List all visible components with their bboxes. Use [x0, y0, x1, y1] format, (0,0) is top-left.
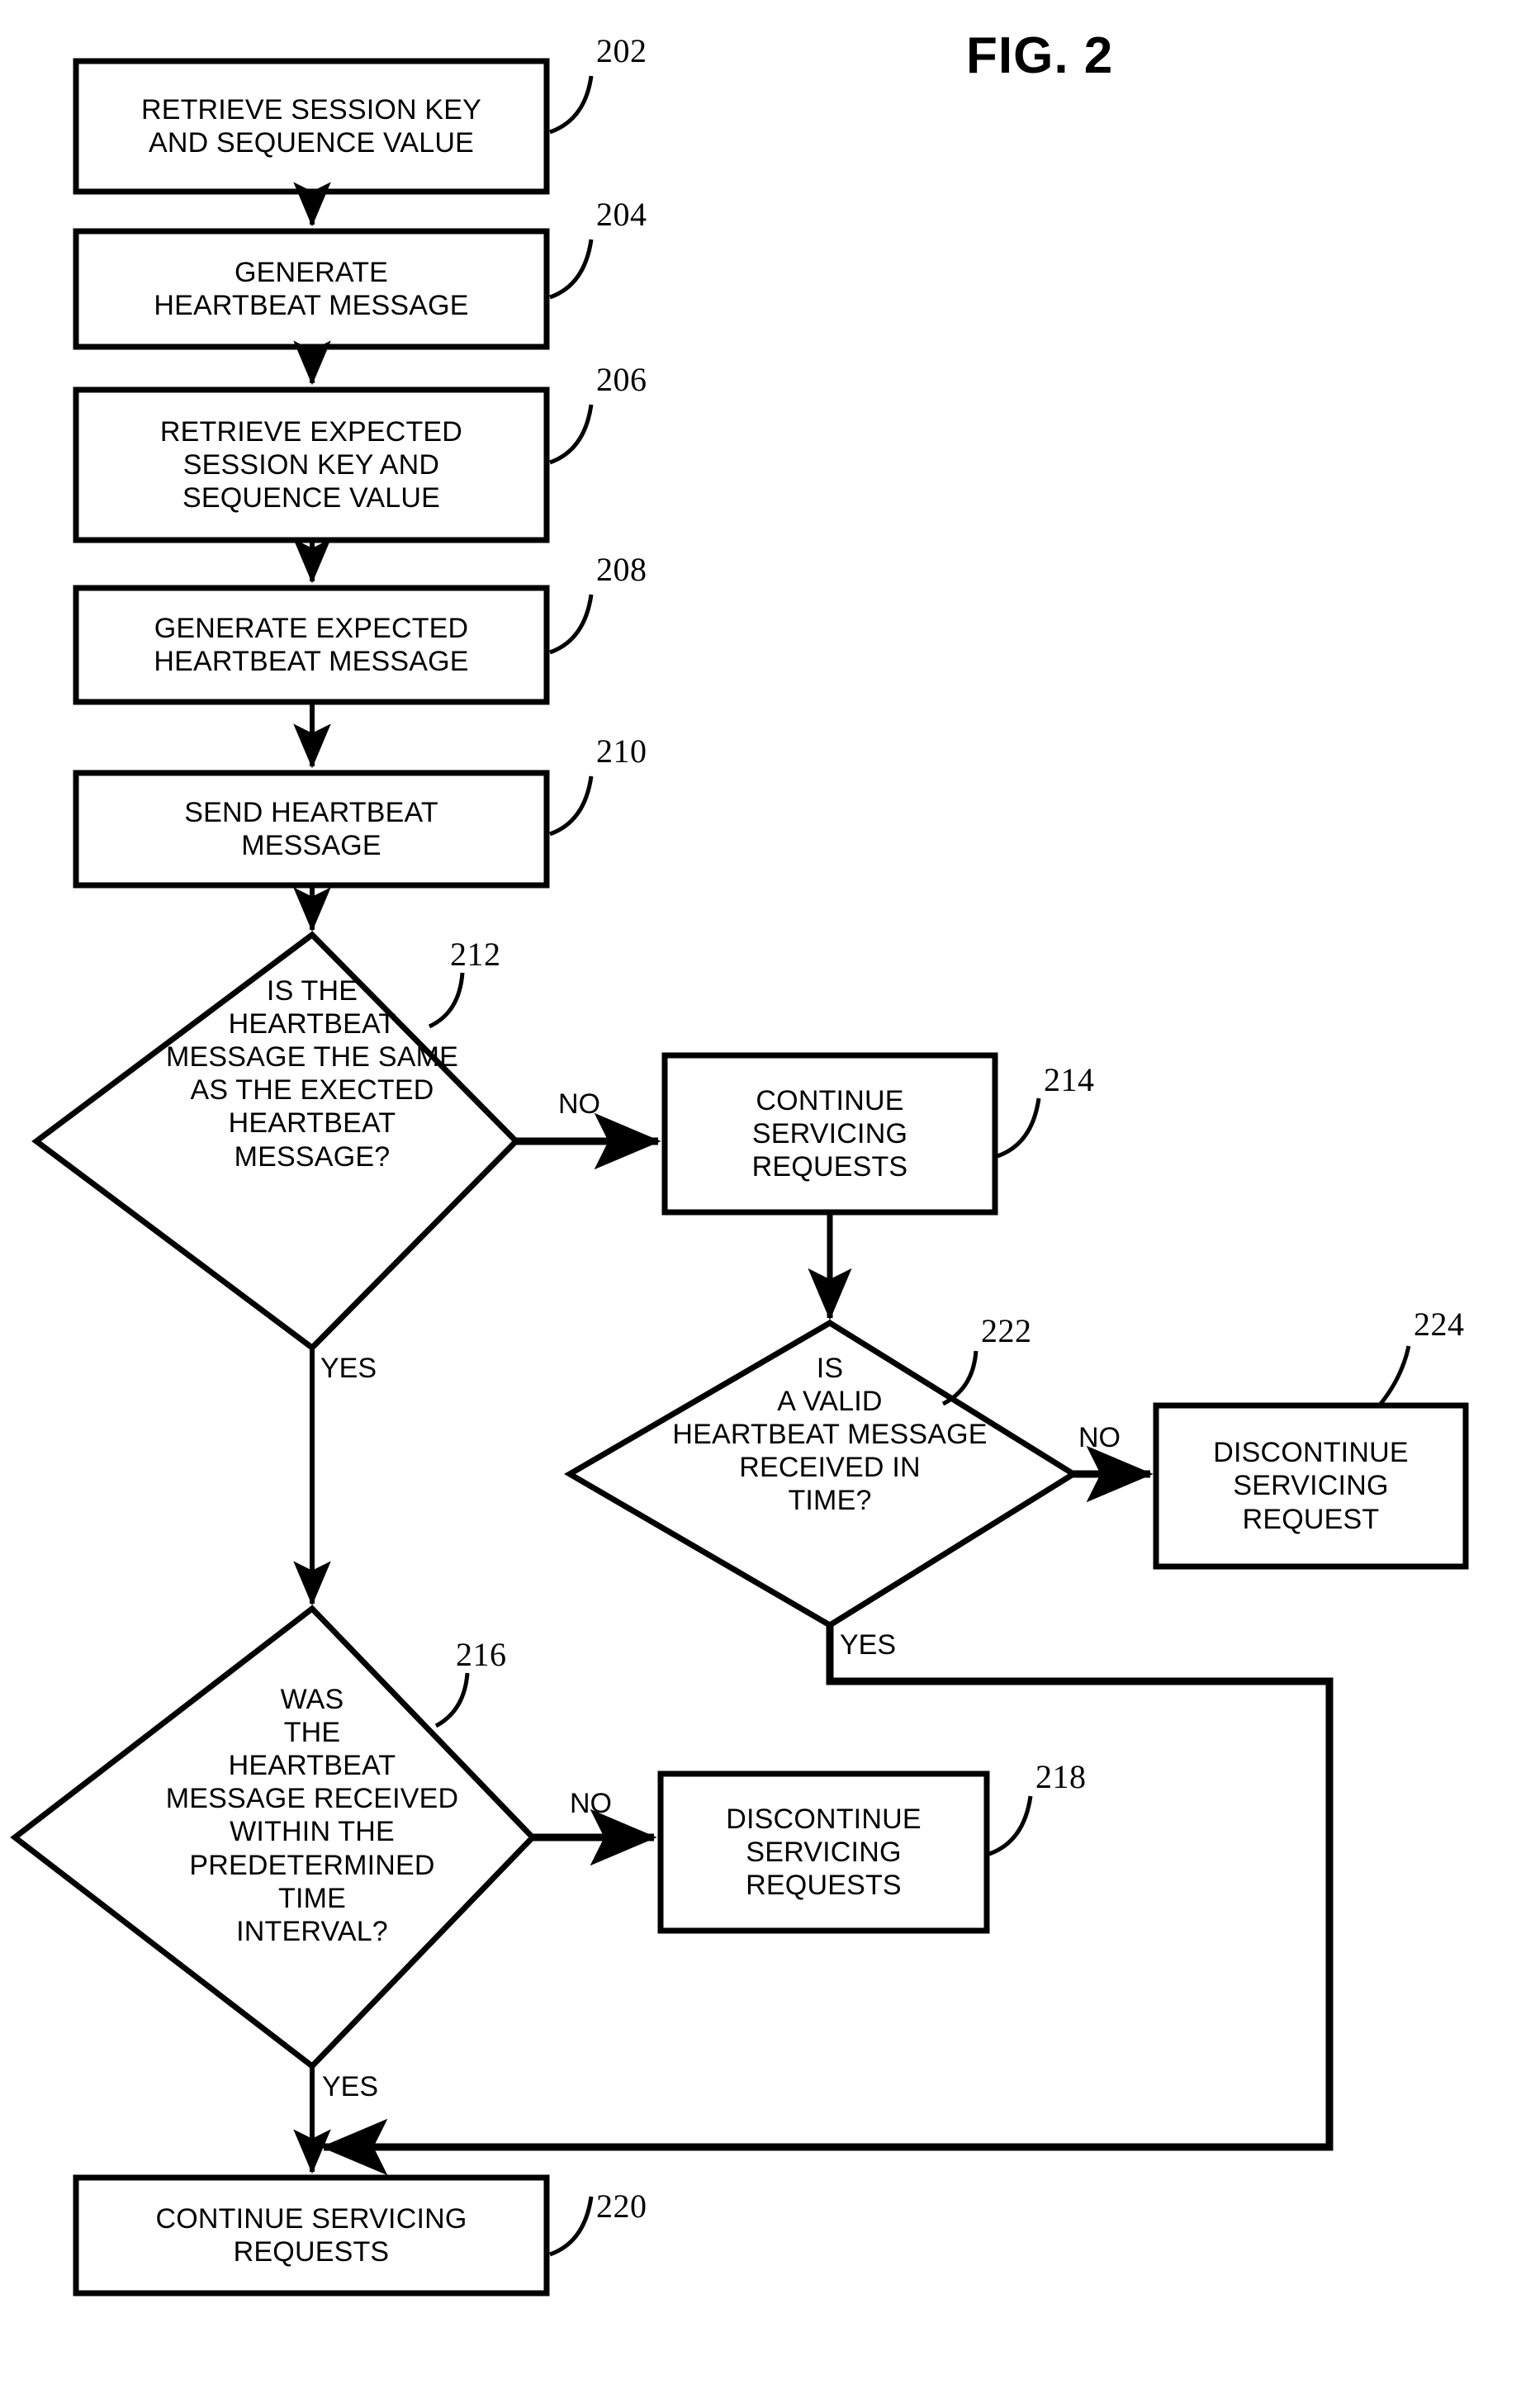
ref-number-220: 220 — [596, 2188, 647, 2225]
node-box-206 — [73, 386, 550, 543]
node-box-210 — [73, 770, 550, 889]
leader-214 — [997, 1097, 1041, 1159]
edge-label-222-yes: YES — [840, 1629, 897, 1661]
ref-number-218: 218 — [1035, 1758, 1087, 1795]
edge-label-222-no: NO — [1078, 1422, 1121, 1453]
ref-number-208: 208 — [596, 551, 647, 588]
flowchart-canvas — [10, 58, 1469, 2297]
edge-label-212-no: NO — [558, 1088, 600, 1120]
node-diamond-212 — [31, 931, 520, 1352]
edge-label-216-no: NO — [570, 1788, 612, 1819]
node-box-204 — [73, 228, 550, 350]
leader-216 — [434, 1672, 470, 1728]
node-box-214 — [661, 1052, 998, 1216]
leader-202 — [549, 75, 594, 135]
leader-206 — [549, 404, 594, 465]
node-box-224 — [1153, 1402, 1469, 1570]
node-box-218 — [657, 1770, 990, 1934]
leader-224 — [1379, 1345, 1411, 1405]
leader-220 — [549, 2196, 594, 2257]
figure-title: FIG. 2 — [966, 27, 1114, 84]
ref-number-224: 224 — [1414, 1306, 1465, 1343]
leader-210 — [549, 775, 594, 837]
node-diamond-216 — [10, 1605, 537, 2070]
node-box-202 — [73, 58, 550, 195]
ref-number-222: 222 — [981, 1312, 1032, 1349]
leader-208 — [549, 594, 594, 655]
ref-number-204: 204 — [596, 196, 647, 233]
patent-figure-page: FIG. 2 RETRIEVE SESSION KEY AND SEQUENCE… — [0, 0, 1540, 2389]
node-box-208 — [73, 585, 550, 705]
edge-label-212-yes: YES — [320, 1353, 377, 1384]
leader-218 — [988, 1795, 1033, 1856]
node-diamond-222 — [564, 1319, 1079, 1629]
leader-212 — [428, 972, 465, 1029]
ref-number-214: 214 — [1044, 1061, 1095, 1098]
ref-number-216: 216 — [456, 1636, 507, 1673]
leader-204 — [549, 239, 594, 300]
edge-label-216-yes: YES — [322, 2071, 379, 2102]
node-box-220 — [73, 2174, 550, 2297]
ref-number-210: 210 — [596, 732, 647, 770]
ref-number-212: 212 — [450, 936, 501, 973]
ref-number-206: 206 — [596, 361, 647, 398]
ref-number-202: 202 — [596, 32, 647, 69]
